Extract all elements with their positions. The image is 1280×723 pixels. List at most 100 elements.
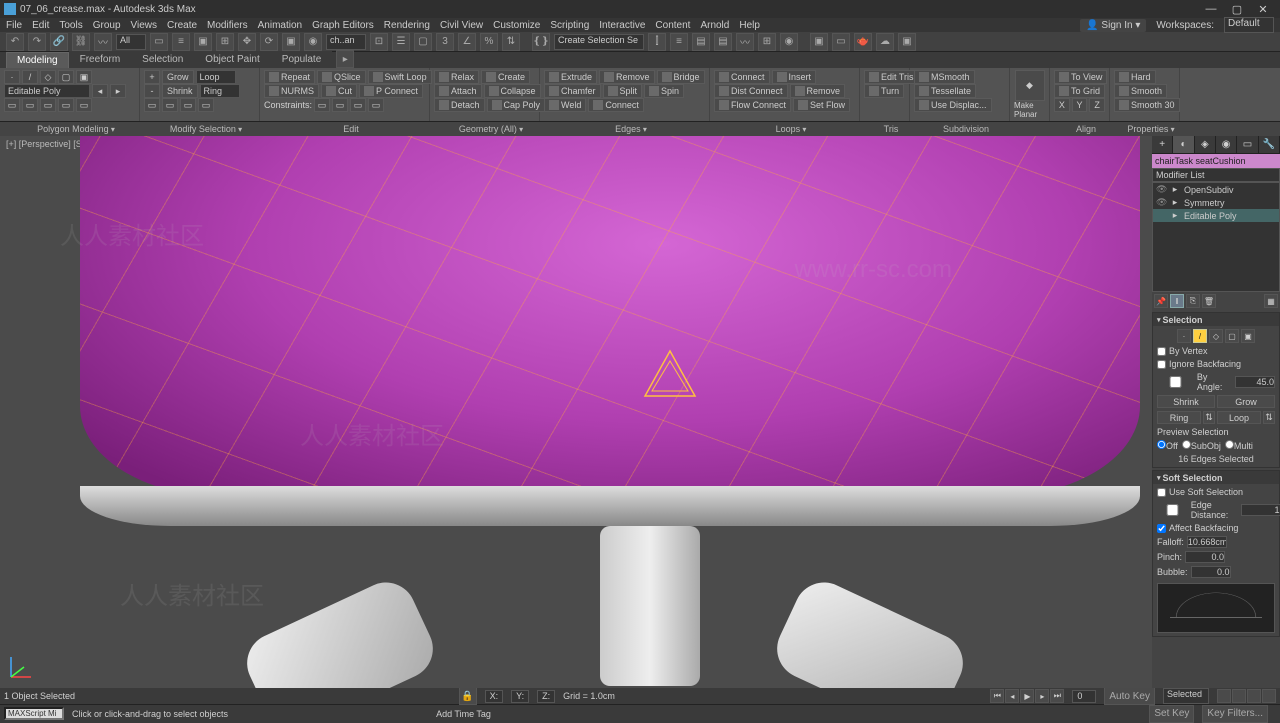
poly-sub-polygon[interactable]: ▢ (58, 70, 74, 84)
cmd-tab-motion[interactable]: ◉ (1216, 136, 1237, 153)
schematic-view-button[interactable]: ⊞ (758, 33, 776, 51)
weld-button[interactable]: Weld (544, 98, 586, 112)
make-unique-button[interactable]: ⎘ (1186, 294, 1200, 308)
align-label[interactable]: Align (1056, 123, 1116, 135)
shrink-button[interactable]: Shrink (162, 84, 198, 98)
render-setup-button[interactable]: ▣ (810, 33, 828, 51)
menu-tools[interactable]: Tools (59, 20, 82, 31)
align-y[interactable]: Y (1072, 98, 1088, 112)
dist-connect-button[interactable]: Dist Connect (714, 84, 788, 98)
key-mode-dropdown[interactable]: Selected (1163, 688, 1209, 704)
redo-button[interactable]: ↷ (28, 33, 46, 51)
maxscript-listener[interactable] (4, 707, 64, 720)
use-soft-check[interactable]: Use Soft Selection (1157, 487, 1275, 497)
sign-in-button[interactable]: 👤 Sign In ▾ (1080, 19, 1146, 32)
ring-dropdown[interactable]: Ring (200, 84, 240, 98)
insert-button[interactable]: Insert (772, 70, 817, 84)
turn-button[interactable]: Turn (864, 84, 904, 98)
nav-fov-icon[interactable] (1262, 689, 1276, 703)
align-x[interactable]: X (1054, 98, 1070, 112)
select-scale-button[interactable]: ▣ (282, 33, 300, 51)
smooth-30-button[interactable]: Smooth 30 (1114, 98, 1180, 112)
remove-modifier-button[interactable]: 🗑 (1202, 294, 1216, 308)
edge-distance-spinner[interactable] (1241, 504, 1280, 516)
menu-views[interactable]: Views (131, 20, 158, 31)
goto-start-button[interactable]: ⏮ (990, 689, 1004, 703)
select-filter-dropdown[interactable]: All (116, 34, 146, 50)
menu-graph-editors[interactable]: Graph Editors (312, 20, 374, 31)
soft-selection-header[interactable]: Soft Selection (1153, 471, 1279, 484)
modifier-symmetry[interactable]: 👁▸Symmetry (1153, 196, 1279, 209)
tab-object-paint[interactable]: Object Paint (194, 51, 270, 68)
menu-edit[interactable]: Edit (32, 20, 49, 31)
flow-connect-button[interactable]: Flow Connect (714, 98, 791, 112)
spin-button[interactable]: Spin (644, 84, 684, 98)
by-vertex-check[interactable]: By Vertex (1157, 346, 1275, 356)
render-button[interactable]: 🫖 (854, 33, 872, 51)
edit-label[interactable]: Edit (266, 123, 436, 135)
constraint-2[interactable]: ▭ (332, 98, 348, 112)
unlink-button[interactable]: ⛓ (72, 33, 90, 51)
to-view-button[interactable]: To View (1054, 70, 1107, 84)
swift-loop-button[interactable]: Swift Loop (368, 70, 432, 84)
select-by-name-button[interactable]: ≡ (172, 33, 190, 51)
cmd-tab-modify[interactable]: ◐ (1173, 136, 1194, 153)
shrink-sel-button[interactable]: Shrink (1157, 395, 1215, 408)
modsel-4[interactable]: ▭ (198, 98, 214, 112)
menu-animation[interactable]: Animation (258, 20, 302, 31)
pin-stack-button[interactable]: 📌 (1154, 294, 1168, 308)
cmd-tab-utilities[interactable]: 🔧 (1259, 136, 1280, 153)
remove-e-button[interactable]: Remove (599, 70, 655, 84)
toggle-ribbon-button[interactable]: ▤ (714, 33, 732, 51)
rendered-frame-button[interactable]: ▭ (832, 33, 850, 51)
x-coord[interactable]: X: (485, 690, 504, 703)
attach-button[interactable]: Attach (434, 84, 482, 98)
by-angle-check[interactable]: By Angle: (1157, 372, 1232, 392)
grow-icon[interactable]: + (144, 70, 160, 84)
sel-polygon[interactable]: ▢ (1225, 329, 1239, 343)
constraint-3[interactable]: ▭ (350, 98, 366, 112)
cmd-tab-create[interactable]: + (1152, 136, 1173, 153)
menu-customize[interactable]: Customize (493, 20, 540, 31)
geometry-label[interactable]: Geometry (All) (436, 123, 546, 135)
modsel-2[interactable]: ▭ (162, 98, 178, 112)
sel-border[interactable]: ◇ (1209, 329, 1223, 343)
ribbon-arrow-icon[interactable]: ▸ (336, 50, 354, 68)
close-button[interactable]: ✕ (1250, 1, 1276, 17)
object-name-field[interactable]: chairTask seatCushion (1152, 154, 1280, 168)
preview-multi-radio[interactable]: Multi (1225, 440, 1253, 451)
msmooth-button[interactable]: MSmooth (914, 70, 975, 84)
menu-file[interactable]: File (6, 20, 22, 31)
falloff-spinner[interactable] (1187, 536, 1227, 548)
y-coord[interactable]: Y: (511, 690, 529, 703)
render-in-cloud-button[interactable]: ☁ (876, 33, 894, 51)
grow-sel-button[interactable]: Grow (1217, 395, 1275, 408)
rectangle-region-button[interactable]: ▣ (194, 33, 212, 51)
affect-backfacing-check[interactable]: Affect Backfacing (1157, 523, 1275, 533)
tab-selection[interactable]: Selection (131, 51, 194, 68)
cap-poly-button[interactable]: Cap Poly (487, 98, 546, 112)
play-button[interactable]: ▶ (1020, 689, 1034, 703)
connect-l-button[interactable]: Connect (714, 70, 770, 84)
smooth-button[interactable]: Smooth (1114, 84, 1167, 98)
menu-content[interactable]: Content (655, 20, 690, 31)
menu-help[interactable]: Help (739, 20, 760, 31)
show-end-result-button[interactable]: ǁ (1170, 294, 1184, 308)
viewport[interactable]: [+] [Perspective] [Standard] [Default Sh… (0, 136, 1152, 688)
nav-zoom-icon[interactable] (1247, 689, 1261, 703)
sel-vertex[interactable]: · (1177, 329, 1191, 343)
by-angle-spinner[interactable] (1235, 376, 1275, 388)
modify-selection-label[interactable]: Modify Selection (146, 123, 266, 135)
select-move-button[interactable]: ✥ (238, 33, 256, 51)
menu-rendering[interactable]: Rendering (384, 20, 430, 31)
auto-key-button[interactable]: Auto Key (1104, 687, 1155, 705)
set-flow-button[interactable]: Set Flow (793, 98, 850, 112)
preview-off-radio[interactable]: Off (1157, 440, 1178, 451)
tab-modeling[interactable]: Modeling (6, 52, 69, 68)
angle-snap-button[interactable]: ∠ (458, 33, 476, 51)
collapse-button[interactable]: Collapse (484, 84, 541, 98)
to-grid-button[interactable]: To Grid (1054, 84, 1105, 98)
ring-spinner[interactable]: ⇅ (1203, 411, 1215, 424)
goto-end-button[interactable]: ⏭ (1050, 689, 1064, 703)
poly-next[interactable]: ▸ (110, 84, 126, 98)
